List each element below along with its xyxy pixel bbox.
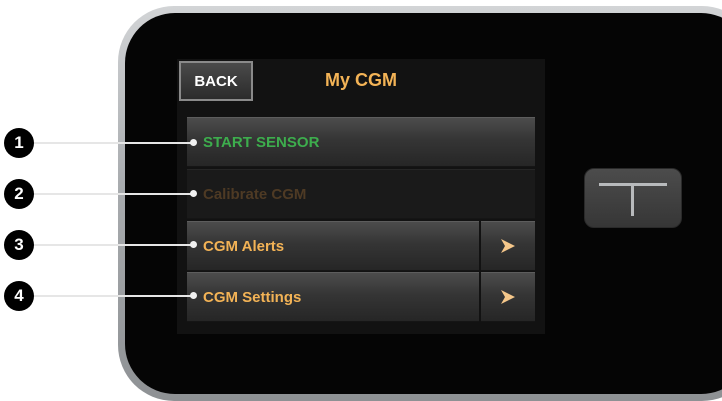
right-arrow-icon xyxy=(501,239,515,253)
cgm-settings-button[interactable]: CGM Settings xyxy=(187,272,479,322)
cgm-settings-label: CGM Settings xyxy=(203,288,302,306)
cgm-alerts-label: CGM Alerts xyxy=(203,237,285,255)
start-sensor-label: START SENSOR xyxy=(203,133,320,151)
callout-badge-4: 4 xyxy=(4,281,34,311)
calibrate-cgm-label: Calibrate CGM xyxy=(203,185,307,203)
callout-badge-3: 3 xyxy=(4,230,34,260)
callout-dot-2 xyxy=(190,190,197,197)
callout-line-1 xyxy=(32,142,194,144)
callout-dot-3 xyxy=(190,241,197,248)
page-title: My CGM xyxy=(325,70,397,90)
callout-line-2 xyxy=(32,193,194,195)
callout-dot-4 xyxy=(190,292,197,299)
callout-dot-1 xyxy=(190,139,197,146)
calibrate-cgm-button: Calibrate CGM xyxy=(187,169,535,219)
callout-badge-2: 2 xyxy=(4,179,34,209)
callout-badge-1: 1 xyxy=(4,128,34,158)
right-arrow-icon xyxy=(501,290,515,304)
back-button[interactable]: BACK xyxy=(179,61,253,101)
callout-line-3 xyxy=(32,244,194,246)
start-sensor-button[interactable]: START SENSOR xyxy=(187,117,535,167)
cgm-alerts-arrow-button[interactable] xyxy=(481,221,535,271)
device-hardware-button[interactable] xyxy=(584,168,682,228)
callout-line-4 xyxy=(32,295,194,297)
cgm-settings-arrow-button[interactable] xyxy=(481,272,535,322)
cgm-alerts-button[interactable]: CGM Alerts xyxy=(187,221,479,271)
pump-screen: BACK My CGM START SENSOR Calibrate CGM C… xyxy=(177,59,545,334)
t-logo-icon xyxy=(599,183,667,216)
